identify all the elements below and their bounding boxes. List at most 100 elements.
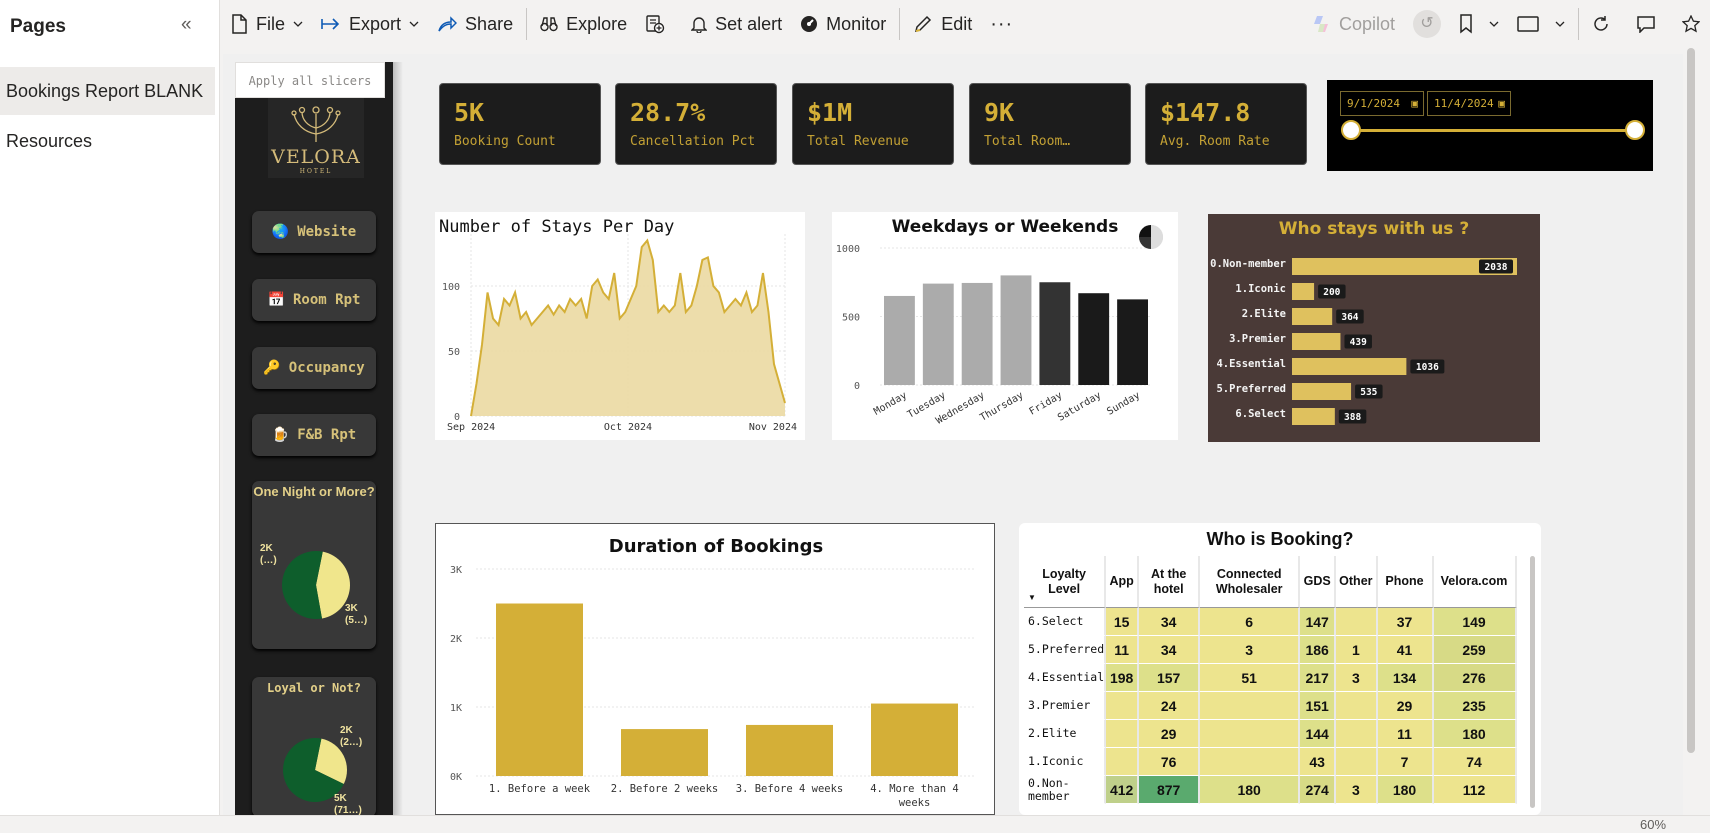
table-cell: 134 bbox=[1377, 664, 1434, 692]
room-rpt-button[interactable]: 📅 Room Rpt bbox=[252, 279, 376, 321]
data-label: 1036 bbox=[1416, 362, 1439, 373]
comments-button[interactable] bbox=[1627, 0, 1673, 48]
weekdays-weekends-chart[interactable]: Weekdays or Weekends05001000MondayTuesda… bbox=[832, 212, 1178, 440]
calendar-icon[interactable]: ▣ bbox=[1498, 92, 1505, 115]
stays-per-day-chart[interactable]: Number of Stays Per Day050100Sep 2024 Oct… bbox=[435, 212, 805, 440]
view-button[interactable] bbox=[1508, 0, 1574, 48]
chart-title: Duration of Bookings bbox=[609, 536, 823, 557]
duration-chart[interactable]: Duration of Bookings 0K 1K 2K 3K 1. Before a … bbox=[436, 524, 994, 814]
row-header: 2.Elite bbox=[1024, 720, 1107, 748]
table-cell: 41 bbox=[1377, 636, 1434, 664]
table-row[interactable]: 1.Iconic 76 43 7 74 bbox=[1024, 748, 1517, 776]
kpi-cancellation-pct[interactable]: 28.7% Cancellation Pct bbox=[615, 83, 777, 165]
export-menu-button[interactable]: Export bbox=[312, 0, 428, 48]
scrollbar-thumb[interactable] bbox=[1687, 48, 1695, 753]
chart-title: Number of Stays Per Day bbox=[439, 217, 674, 237]
table-row[interactable]: 6.Select 15 34 6 147 37 149 bbox=[1024, 608, 1517, 636]
file-menu-button[interactable]: File bbox=[221, 0, 312, 48]
explore-button[interactable]: Explore bbox=[531, 0, 636, 48]
x-tick-label: Saturday bbox=[1056, 390, 1103, 424]
bookmark-button[interactable] bbox=[1450, 0, 1508, 48]
start-date-input[interactable]: 9/1/2024 ▣ bbox=[1340, 91, 1424, 116]
stays-per-day-visual[interactable]: Number of Stays Per Day 0 50 100 Sep 2024 Oct… bbox=[435, 212, 805, 440]
table-corner-header[interactable]: Loyalty Level ▼ bbox=[1024, 556, 1107, 608]
row-header: 0.Non- member bbox=[1024, 776, 1107, 804]
occupancy-button[interactable]: 🔑 Occupancy bbox=[252, 347, 376, 389]
who-stays-visual[interactable]: Who stays with us ? 0.Non-member 2038 1.Ico… bbox=[1208, 214, 1540, 442]
weekdays-weekends-visual[interactable]: Weekdays or Weekends 0 500 1000 Monday Tuesda… bbox=[832, 212, 1178, 440]
add-to-teams-button[interactable] bbox=[636, 0, 682, 48]
fb-rpt-button[interactable]: 🍺 F&B Rpt bbox=[252, 414, 376, 456]
canvas-scrollbar[interactable] bbox=[1686, 48, 1696, 753]
refresh-icon bbox=[1594, 16, 1608, 31]
page-item-bookings-report[interactable]: Bookings Report BLANK bbox=[0, 67, 215, 115]
table-row[interactable]: 4.Essential 198 157 51 217 3 134 276 bbox=[1024, 664, 1517, 692]
table-row[interactable]: 5.Preferred 11 34 3 186 1 41 259 bbox=[1024, 636, 1517, 664]
one-night-pie-chart[interactable] bbox=[276, 545, 356, 625]
x-tick-label: weeks bbox=[899, 797, 931, 809]
reset-button[interactable]: ↺ bbox=[1404, 0, 1450, 48]
table-cell: 3 bbox=[1336, 776, 1378, 804]
kpi-label: Booking Count bbox=[454, 134, 556, 149]
kpi-label: Avg. Room Rate bbox=[1160, 134, 1270, 149]
table-cell: 180 bbox=[1377, 776, 1434, 804]
column-header[interactable]: Phone bbox=[1377, 556, 1434, 608]
y-tick-label: 0 bbox=[854, 381, 860, 392]
collapse-pane-icon[interactable]: « bbox=[181, 14, 192, 36]
date-slider-start-handle[interactable] bbox=[1341, 120, 1361, 140]
binoculars-icon bbox=[540, 17, 558, 32]
website-button[interactable]: 🌏 Website bbox=[252, 211, 376, 253]
bar bbox=[1292, 358, 1407, 375]
copilot-button[interactable]: Copilot bbox=[1302, 0, 1404, 48]
start-date-value: 9/1/2024 bbox=[1347, 97, 1400, 110]
apply-all-slicers-button[interactable]: Apply all slicers bbox=[235, 62, 385, 98]
column-header[interactable]: Connected Wholesaler bbox=[1200, 556, 1301, 608]
kpi-avg-room-rate[interactable]: $147.8 Avg. Room Rate bbox=[1145, 83, 1307, 165]
y-tick-label: 1000 bbox=[836, 244, 860, 255]
bar bbox=[1117, 299, 1148, 385]
sort-arrow-icon[interactable]: ▼ bbox=[1028, 590, 1036, 605]
table-row[interactable]: 0.Non- member 412 877 180 274 3 180 112 bbox=[1024, 776, 1517, 804]
table-row[interactable]: 3.Premier 24 151 29 235 bbox=[1024, 692, 1517, 720]
page-label: Resources bbox=[6, 130, 93, 151]
one-night-card[interactable]: One Night or More? 2K (…) 3K (5…) bbox=[252, 481, 376, 649]
table-cell: 217 bbox=[1300, 664, 1337, 692]
who-stays-chart[interactable]: Who stays with us ? 0.Non-member 2038 1.Ico… bbox=[1208, 214, 1540, 442]
table-scrollbar[interactable] bbox=[1530, 556, 1535, 808]
kpi-booking-count[interactable]: 5K Booking Count bbox=[439, 83, 601, 165]
date-slider-end-handle[interactable] bbox=[1625, 120, 1645, 140]
y-tick-label: 4.Essential bbox=[1216, 358, 1286, 370]
column-header[interactable]: GDS bbox=[1300, 556, 1337, 608]
column-header[interactable]: Other bbox=[1336, 556, 1378, 608]
end-date-input[interactable]: 11/4/2024 ▣ bbox=[1427, 91, 1511, 116]
share-button[interactable]: Share bbox=[428, 0, 522, 48]
table-cell: 15 bbox=[1106, 608, 1140, 636]
edit-button[interactable]: Edit bbox=[904, 0, 981, 48]
who-is-booking-visual[interactable]: Who is Booking? Loyalty Level ▼ App At the … bbox=[1019, 523, 1541, 815]
date-slider-track[interactable] bbox=[1351, 129, 1631, 132]
kpi-total-revenue[interactable]: $1M Total Revenue bbox=[792, 83, 954, 165]
refresh-button[interactable] bbox=[1583, 0, 1627, 48]
column-header[interactable]: App bbox=[1106, 556, 1140, 608]
table-row[interactable]: 2.Elite 29 144 11 180 bbox=[1024, 720, 1517, 748]
favorite-button[interactable] bbox=[1673, 0, 1710, 48]
set-alert-button[interactable]: Set alert bbox=[682, 0, 791, 48]
table-cell: 259 bbox=[1433, 636, 1517, 664]
kpi-total-room[interactable]: 9K Total Room… bbox=[969, 83, 1131, 165]
kpi-value: $147.8 bbox=[1160, 98, 1251, 127]
who-is-booking-title: Who is Booking? bbox=[1206, 529, 1354, 549]
duration-visual[interactable]: Duration of Bookings 0K 1K 2K 3K 1. Before a … bbox=[435, 523, 995, 815]
page-item-resources[interactable]: Resources bbox=[0, 117, 215, 165]
column-header[interactable]: Velora.com bbox=[1433, 556, 1517, 608]
more-options-button[interactable]: ··· bbox=[981, 0, 1022, 48]
table-cell: 51 bbox=[1200, 664, 1301, 692]
loyal-card[interactable]: Loyal or Not? 2K (2…) 5K (71…) bbox=[252, 677, 376, 817]
calendar-icon[interactable]: ▣ bbox=[1411, 92, 1418, 115]
room-rpt-label: Room Rpt bbox=[293, 292, 361, 308]
chevron-down-icon bbox=[1555, 21, 1565, 27]
who-is-booking-table[interactable]: Loyalty Level ▼ App At the hotel Connected W… bbox=[1024, 556, 1517, 804]
copilot-icon bbox=[1313, 16, 1328, 32]
column-header[interactable]: At the hotel bbox=[1139, 556, 1201, 608]
kpi-label: Total Room… bbox=[984, 134, 1071, 149]
monitor-button[interactable]: Monitor bbox=[791, 0, 895, 48]
